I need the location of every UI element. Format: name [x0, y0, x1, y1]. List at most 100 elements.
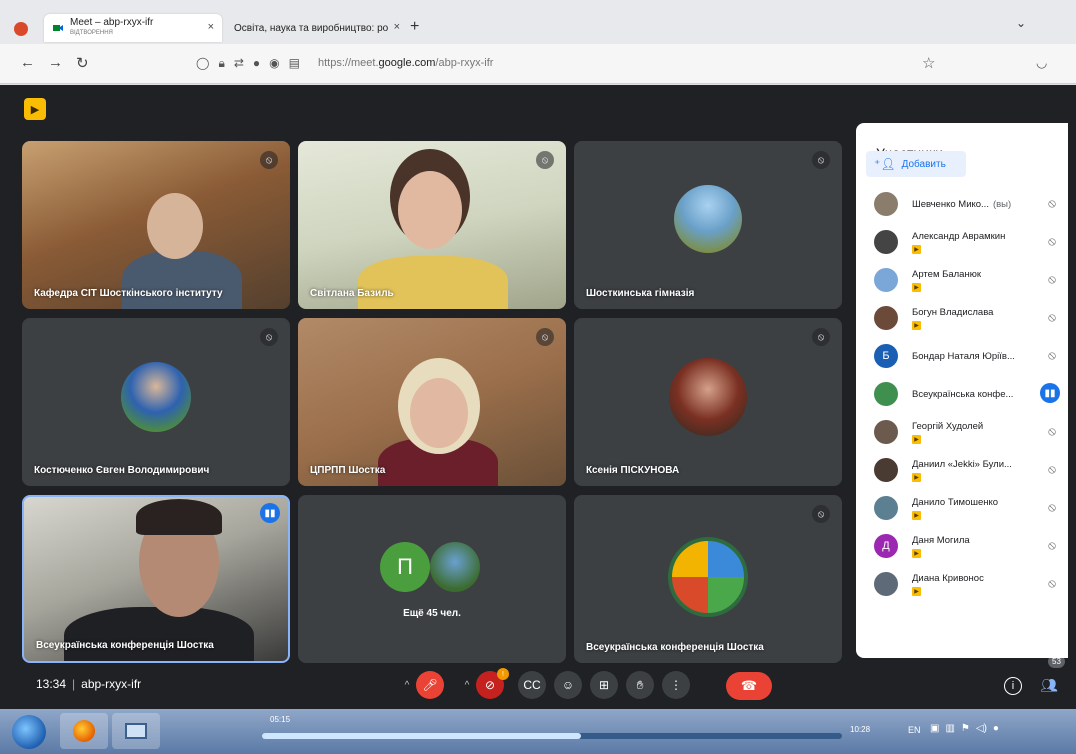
tile-name: ЦПРПП Шостка [310, 465, 386, 476]
end-call-button[interactable]: ☎ [726, 672, 772, 700]
participant-tile[interactable]: ⦸ Світлана Базиль [298, 141, 566, 309]
mic-options-chevron-icon[interactable]: ^ [398, 671, 416, 699]
tray-volume-icon[interactable]: ◁) [976, 723, 987, 734]
taskbar-firefox[interactable] [60, 713, 108, 749]
tray-status-icon[interactable]: ● [993, 723, 999, 734]
avatar [669, 358, 747, 436]
pocket-icon[interactable]: ◡ [1036, 55, 1047, 71]
participant-info: Даниил «Jekki» Були... ▶ [912, 459, 1012, 482]
mic-off-icon[interactable]: ⦸ [1048, 424, 1056, 439]
participant-row[interactable]: Б Бондар Наталя Юріїв... ⦸ [856, 337, 1068, 375]
avatar [874, 420, 898, 444]
firefox-menu-icon[interactable] [14, 22, 28, 36]
participant-row[interactable]: Георгій Худолей ▶ ⦸ [856, 413, 1068, 451]
tab-meet[interactable]: Meet – abp-rxyx-ifr ВІДТВОРЕННЯ × [44, 14, 222, 42]
participant-row[interactable]: Богун Владислава ▶ ⦸ [856, 299, 1068, 337]
forward-icon[interactable]: → [48, 54, 63, 71]
media-progress-fill [262, 733, 581, 739]
participant-tile[interactable]: ⦸ Кафедра СІТ Шосткінського інституту [22, 141, 290, 309]
participant-row[interactable]: Шевченко Мико... (вы) ⦸ [856, 185, 1068, 223]
tab-education[interactable]: Освіта, наука та виробництво: ро × [228, 14, 408, 42]
participant-tile[interactable]: ⦸ Шосткинська гімназія [574, 141, 842, 309]
camera-options-chevron-icon[interactable]: ^ [458, 671, 476, 699]
tray-flag-icon[interactable]: ⚑ [961, 723, 970, 734]
tab-close-icon[interactable]: × [208, 21, 214, 33]
participant-row[interactable]: Данило Тимошенко ▶ ⦸ [856, 489, 1068, 527]
back-icon[interactable]: ← [20, 54, 35, 71]
media-end-time: 10:28 [850, 725, 871, 734]
participant-row[interactable]: Диана Кривонос ▶ ⦸ [856, 565, 1068, 603]
avatar [874, 230, 898, 254]
emoji-button[interactable]: ☺ [554, 671, 582, 699]
participant-tile-speaking[interactable]: ▮▮ Всеукраїнська конференція Шостка [22, 495, 290, 663]
language-indicator[interactable]: EN [908, 725, 921, 735]
raise-hand-button[interactable]: ✋︎ [626, 671, 654, 699]
participant-name-text: Диана Кривонос [912, 572, 984, 584]
participant-row[interactable]: Всеукраїнська конфе... ▮▮ [856, 375, 1068, 413]
recording-icon[interactable]: ▶ [24, 98, 46, 120]
avatar [121, 362, 191, 432]
participant-row[interactable]: Артем Баланюк ▶ ⦸ [856, 261, 1068, 299]
add-people-button[interactable]: ⁺👤︎ Добавить [866, 151, 966, 177]
mic-off-icon[interactable]: ⦸ [1048, 348, 1056, 363]
video-person [410, 378, 468, 448]
participant-tile[interactable]: ⦸ Всеукраїнська конференція Шостка [574, 495, 842, 663]
tile-name: Кафедра СІТ Шосткінського інституту [34, 288, 223, 299]
avatar: Д [874, 534, 898, 558]
raised-hand-icon: ▶ [912, 510, 921, 520]
captions-button[interactable]: CC [518, 671, 546, 699]
tray-app-icon[interactable]: ▣ [930, 723, 939, 734]
microphone-permission-icon[interactable]: ● [253, 56, 260, 71]
mic-off-icon[interactable]: ⦸ [1048, 196, 1056, 211]
mic-off-icon[interactable]: ⦸ [1048, 234, 1056, 249]
participant-tile[interactable]: ⦸ Ксенія ПІСКУНОВА [574, 318, 842, 486]
taskbar-desktop[interactable] [112, 713, 160, 749]
permissions-icon[interactable]: ⇄ [234, 56, 244, 71]
speaking-indicator-icon[interactable]: ▮▮ [1040, 383, 1060, 403]
avatar [874, 306, 898, 330]
camera-permission-icon[interactable]: ◉ [269, 56, 279, 71]
url-field[interactable]: https://meet.google.com/abp-rxyx-ifr [318, 57, 493, 69]
start-button[interactable] [12, 715, 46, 749]
mic-off-icon[interactable]: ⦸ [1048, 310, 1056, 325]
meeting-details-icon[interactable]: i [1004, 677, 1022, 695]
media-progress-track[interactable] [262, 733, 842, 739]
mic-off-icon[interactable]: ⦸ [1048, 462, 1056, 477]
reload-icon[interactable]: ↻ [76, 54, 89, 72]
present-button[interactable]: ⊞ [590, 671, 618, 699]
mic-off-icon[interactable]: ⦸ [1048, 500, 1056, 515]
mic-off-icon[interactable]: ⦸ [1048, 576, 1056, 591]
url-prefix: https://meet. [318, 57, 379, 69]
mic-off-icon[interactable]: ⦸ [1048, 538, 1056, 553]
reader-icon[interactable]: ▤ [289, 56, 300, 71]
lock-icon[interactable]: 🔒︎ [218, 56, 224, 71]
participant-info: Георгій Худолей ▶ [912, 421, 983, 444]
participant-row[interactable]: Александр Аврамкин ▶ ⦸ [856, 223, 1068, 261]
tab-close-icon[interactable]: × [394, 21, 400, 33]
meeting-time: 13:34 [36, 677, 67, 691]
more-options-button[interactable]: ⋮ [662, 671, 690, 699]
participant-row[interactable]: Д Даня Могила ▶ ⦸ [856, 527, 1068, 565]
monitor-icon [125, 723, 147, 739]
bookmark-star-icon[interactable]: ☆ [922, 54, 935, 72]
url-domain: google.com [378, 57, 436, 69]
mic-off-icon[interactable]: ⦸ [1048, 272, 1056, 287]
participant-tile[interactable]: ⦸ Костюченко Євген Володимирович [22, 318, 290, 486]
participant-info: Бондар Наталя Юріїв... [912, 351, 1015, 362]
video-person [147, 193, 203, 259]
avatar [430, 542, 480, 592]
tile-name: Ксенія ПІСКУНОВА [586, 465, 680, 476]
tracking-shield-icon[interactable]: ◯ [196, 56, 209, 71]
video-person [398, 171, 462, 249]
participant-name: Даня Могила [912, 535, 970, 546]
participant-name-text: Артем Баланюк [912, 268, 981, 280]
tile-name: Шосткинська гімназія [586, 288, 695, 299]
mic-off-button[interactable]: 🎤︎ [416, 671, 444, 699]
participant-row[interactable]: Даниил «Jekki» Були... ▶ ⦸ [856, 451, 1068, 489]
participant-tile[interactable]: ⦸ ЦПРПП Шостка [298, 318, 566, 486]
new-tab-button[interactable]: + [410, 18, 419, 36]
chevron-down-icon[interactable]: ⌄ [1016, 16, 1026, 30]
people-icon[interactable]: 👥︎ [1040, 677, 1058, 694]
more-participants-tile[interactable]: П Ещё 45 чел. [298, 495, 566, 663]
tray-network-icon[interactable]: ▥ [945, 723, 954, 734]
